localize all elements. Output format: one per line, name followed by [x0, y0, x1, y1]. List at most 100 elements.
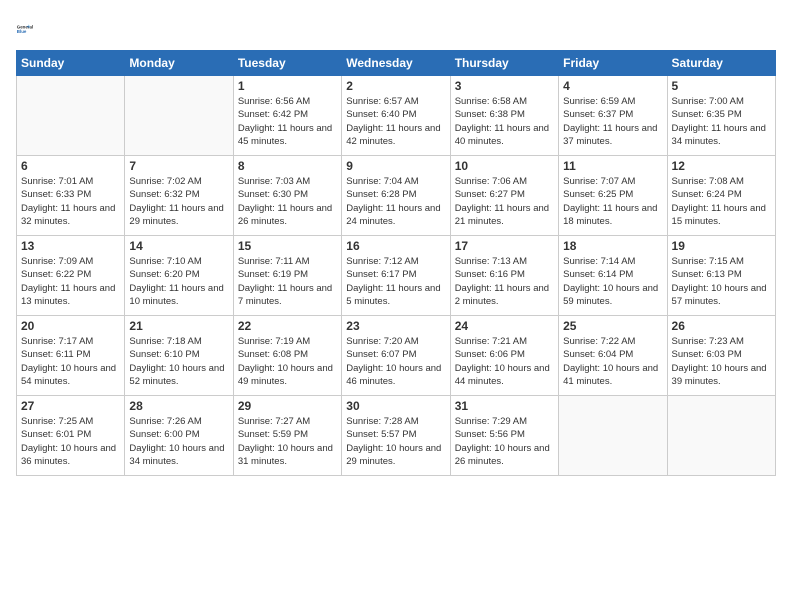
day-info: Sunrise: 6:57 AM Sunset: 6:40 PM Dayligh… — [346, 95, 445, 148]
calendar: SundayMondayTuesdayWednesdayThursdayFrid… — [16, 50, 776, 476]
day-info: Sunrise: 7:09 AM Sunset: 6:22 PM Dayligh… — [21, 255, 120, 308]
day-info: Sunrise: 7:23 AM Sunset: 6:03 PM Dayligh… — [672, 335, 771, 388]
day-number: 24 — [455, 319, 554, 333]
calendar-cell-w0d1 — [125, 76, 233, 156]
day-number: 26 — [672, 319, 771, 333]
day-info: Sunrise: 7:03 AM Sunset: 6:30 PM Dayligh… — [238, 175, 337, 228]
calendar-cell-w0d4: 3Sunrise: 6:58 AM Sunset: 6:38 PM Daylig… — [450, 76, 558, 156]
day-info: Sunrise: 7:25 AM Sunset: 6:01 PM Dayligh… — [21, 415, 120, 468]
calendar-cell-w3d4: 24 Sunrise: 7:21 AM Sunset: 6:06 PM Dayli… — [450, 316, 558, 396]
calendar-cell-w3d0: 20Sunrise: 7:17 AM Sunset: 6:11 PM Dayli… — [17, 316, 125, 396]
day-number: 3 — [455, 79, 554, 93]
calendar-cell-w0d3: 2 Sunrise: 6:57 AM Sunset: 6:40 PM Daylig… — [342, 76, 450, 156]
day-info: Sunrise: 6:59 AM Sunset: 6:37 PM Dayligh… — [563, 95, 662, 148]
day-number: 16 — [346, 239, 445, 253]
calendar-cell-w4d4: 31 Sunrise: 7:29 AM Sunset: 5:56 PM Dayli… — [450, 396, 558, 476]
header-tuesday: Tuesday — [233, 51, 341, 76]
day-number: 10 — [455, 159, 554, 173]
calendar-cell-w1d3: 9Sunrise: 7:04 AM Sunset: 6:28 PM Daylig… — [342, 156, 450, 236]
day-number: 8 — [238, 159, 337, 173]
day-number: 22 — [238, 319, 337, 333]
calendar-cell-w3d3: 23 Sunrise: 7:20 AM Sunset: 6:07 PM Dayli… — [342, 316, 450, 396]
calendar-cell-w4d5 — [559, 396, 667, 476]
day-number: 19 — [672, 239, 771, 253]
day-number: 25 — [563, 319, 662, 333]
page-header: General Blue — [16, 16, 776, 44]
calendar-cell-w1d0: 6Sunrise: 7:01 AM Sunset: 6:33 PM Daylig… — [17, 156, 125, 236]
calendar-cell-w1d1: 7 Sunrise: 7:02 AM Sunset: 6:32 PM Daylig… — [125, 156, 233, 236]
day-number: 21 — [129, 319, 228, 333]
calendar-cell-w3d1: 21 Sunrise: 7:18 AM Sunset: 6:10 PM Dayli… — [125, 316, 233, 396]
calendar-cell-w0d2: 1 Sunrise: 6:56 AM Sunset: 6:42 PM Daylig… — [233, 76, 341, 156]
day-info: Sunrise: 7:13 AM Sunset: 6:16 PM Dayligh… — [455, 255, 554, 308]
calendar-header-row: SundayMondayTuesdayWednesdayThursdayFrid… — [17, 51, 776, 76]
calendar-cell-w4d1: 28Sunrise: 7:26 AM Sunset: 6:00 PM Dayli… — [125, 396, 233, 476]
calendar-week-4: 27Sunrise: 7:25 AM Sunset: 6:01 PM Dayli… — [17, 396, 776, 476]
day-number: 5 — [672, 79, 771, 93]
calendar-cell-w2d1: 14 Sunrise: 7:10 AM Sunset: 6:20 PM Dayli… — [125, 236, 233, 316]
day-info: Sunrise: 7:26 AM Sunset: 6:00 PM Dayligh… — [129, 415, 228, 468]
day-info: Sunrise: 7:27 AM Sunset: 5:59 PM Dayligh… — [238, 415, 337, 468]
day-number: 20 — [21, 319, 120, 333]
calendar-cell-w3d5: 25 Sunrise: 7:22 AM Sunset: 6:04 PM Dayli… — [559, 316, 667, 396]
calendar-cell-w2d0: 13 Sunrise: 7:09 AM Sunset: 6:22 PM Dayli… — [17, 236, 125, 316]
day-number: 1 — [238, 79, 337, 93]
calendar-cell-w1d2: 8 Sunrise: 7:03 AM Sunset: 6:30 PM Daylig… — [233, 156, 341, 236]
calendar-cell-w3d2: 22 Sunrise: 7:19 AM Sunset: 6:08 PM Dayli… — [233, 316, 341, 396]
calendar-week-0: 1 Sunrise: 6:56 AM Sunset: 6:42 PM Daylig… — [17, 76, 776, 156]
day-number: 18 — [563, 239, 662, 253]
svg-text:General: General — [17, 24, 33, 29]
day-info: Sunrise: 7:01 AM Sunset: 6:33 PM Dayligh… — [21, 175, 120, 228]
calendar-cell-w4d0: 27Sunrise: 7:25 AM Sunset: 6:01 PM Dayli… — [17, 396, 125, 476]
day-info: Sunrise: 7:20 AM Sunset: 6:07 PM Dayligh… — [346, 335, 445, 388]
header-sunday: Sunday — [17, 51, 125, 76]
day-info: Sunrise: 7:29 AM Sunset: 5:56 PM Dayligh… — [455, 415, 554, 468]
day-info: Sunrise: 7:10 AM Sunset: 6:20 PM Dayligh… — [129, 255, 228, 308]
day-number: 17 — [455, 239, 554, 253]
calendar-cell-w4d2: 29 Sunrise: 7:27 AM Sunset: 5:59 PM Dayli… — [233, 396, 341, 476]
day-number: 31 — [455, 399, 554, 413]
day-number: 11 — [563, 159, 662, 173]
header-friday: Friday — [559, 51, 667, 76]
day-info: Sunrise: 7:04 AM Sunset: 6:28 PM Dayligh… — [346, 175, 445, 228]
day-number: 13 — [21, 239, 120, 253]
day-info: Sunrise: 7:15 AM Sunset: 6:13 PM Dayligh… — [672, 255, 771, 308]
day-info: Sunrise: 6:56 AM Sunset: 6:42 PM Dayligh… — [238, 95, 337, 148]
day-number: 7 — [129, 159, 228, 173]
logo-icon: General Blue — [16, 16, 44, 44]
calendar-cell-w0d5: 4 Sunrise: 6:59 AM Sunset: 6:37 PM Daylig… — [559, 76, 667, 156]
calendar-cell-w2d2: 15Sunrise: 7:11 AM Sunset: 6:19 PM Dayli… — [233, 236, 341, 316]
day-info: Sunrise: 7:00 AM Sunset: 6:35 PM Dayligh… — [672, 95, 771, 148]
calendar-cell-w4d6 — [667, 396, 775, 476]
header-thursday: Thursday — [450, 51, 558, 76]
calendar-cell-w1d5: 11 Sunrise: 7:07 AM Sunset: 6:25 PM Dayli… — [559, 156, 667, 236]
day-number: 12 — [672, 159, 771, 173]
day-number: 14 — [129, 239, 228, 253]
day-info: Sunrise: 7:11 AM Sunset: 6:19 PM Dayligh… — [238, 255, 337, 308]
day-info: Sunrise: 7:21 AM Sunset: 6:06 PM Dayligh… — [455, 335, 554, 388]
day-number: 23 — [346, 319, 445, 333]
day-info: Sunrise: 7:19 AM Sunset: 6:08 PM Dayligh… — [238, 335, 337, 388]
day-info: Sunrise: 7:18 AM Sunset: 6:10 PM Dayligh… — [129, 335, 228, 388]
day-info: Sunrise: 7:07 AM Sunset: 6:25 PM Dayligh… — [563, 175, 662, 228]
calendar-cell-w2d4: 17 Sunrise: 7:13 AM Sunset: 6:16 PM Dayli… — [450, 236, 558, 316]
calendar-week-2: 13 Sunrise: 7:09 AM Sunset: 6:22 PM Dayli… — [17, 236, 776, 316]
day-info: Sunrise: 7:22 AM Sunset: 6:04 PM Dayligh… — [563, 335, 662, 388]
header-saturday: Saturday — [667, 51, 775, 76]
calendar-week-3: 20Sunrise: 7:17 AM Sunset: 6:11 PM Dayli… — [17, 316, 776, 396]
calendar-cell-w4d3: 30 Sunrise: 7:28 AM Sunset: 5:57 PM Dayli… — [342, 396, 450, 476]
day-number: 30 — [346, 399, 445, 413]
day-info: Sunrise: 7:12 AM Sunset: 6:17 PM Dayligh… — [346, 255, 445, 308]
day-info: Sunrise: 7:28 AM Sunset: 5:57 PM Dayligh… — [346, 415, 445, 468]
day-info: Sunrise: 7:02 AM Sunset: 6:32 PM Dayligh… — [129, 175, 228, 228]
calendar-cell-w2d3: 16 Sunrise: 7:12 AM Sunset: 6:17 PM Dayli… — [342, 236, 450, 316]
day-number: 29 — [238, 399, 337, 413]
header-monday: Monday — [125, 51, 233, 76]
day-number: 4 — [563, 79, 662, 93]
calendar-cell-w2d6: 19 Sunrise: 7:15 AM Sunset: 6:13 PM Dayli… — [667, 236, 775, 316]
calendar-cell-w1d6: 12Sunrise: 7:08 AM Sunset: 6:24 PM Dayli… — [667, 156, 775, 236]
svg-text:Blue: Blue — [17, 29, 27, 34]
calendar-cell-w0d6: 5 Sunrise: 7:00 AM Sunset: 6:35 PM Daylig… — [667, 76, 775, 156]
day-number: 2 — [346, 79, 445, 93]
logo: General Blue — [16, 16, 44, 44]
